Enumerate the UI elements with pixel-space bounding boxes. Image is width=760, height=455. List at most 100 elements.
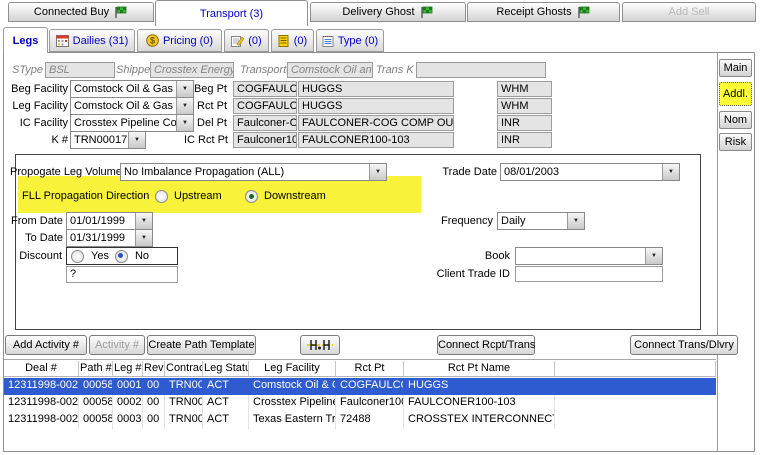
- beg-pt-type-field[interactable]: WHM: [497, 81, 552, 97]
- subtab-label: Pricing (0): [163, 35, 213, 47]
- book-value: [516, 248, 645, 264]
- dropdown-arrow-icon[interactable]: ▼: [645, 248, 662, 264]
- transporter-field[interactable]: Comstock Oil and Gas: [287, 62, 373, 78]
- stype-label: SType: [4, 63, 43, 78]
- rct-pt-name-field[interactable]: HUGGS: [298, 98, 454, 114]
- upstream-radio[interactable]: [155, 190, 168, 203]
- subtab-storage[interactable]: (0): [271, 29, 314, 52]
- col-header-filler: [555, 361, 716, 376]
- cell-leg-status: ACT: [203, 412, 249, 429]
- col-header-contract: Contract #: [165, 361, 203, 376]
- k-number-select[interactable]: TRN00017 ▼: [70, 131, 146, 149]
- tab-label: Add Sell: [669, 6, 710, 18]
- from-date-value: 01/01/1999: [67, 213, 135, 229]
- from-date-label: From Date: [8, 214, 63, 229]
- side-button-risk[interactable]: Risk: [719, 133, 752, 151]
- rct-pt-type-field[interactable]: WHM: [497, 98, 552, 114]
- add-activity-button[interactable]: Add Activity #: [5, 335, 87, 355]
- cell-rev: 00: [143, 395, 165, 412]
- side-button-nom[interactable]: Nom: [719, 111, 752, 129]
- dropdown-arrow-icon[interactable]: ▼: [369, 164, 386, 180]
- path-connect-icon-button[interactable]: [300, 335, 340, 355]
- to-date-select[interactable]: 01/31/1999 ▼: [66, 229, 153, 247]
- to-date-value: 01/31/1999: [67, 230, 135, 246]
- ic-facility-value: Crosstex Pipeline Comp: [71, 115, 176, 131]
- discount-no-label: No: [130, 250, 149, 262]
- book-select[interactable]: ▼: [515, 247, 663, 265]
- subtab-dailies[interactable]: Dailies (31): [49, 29, 135, 52]
- shipper-label: Shipper: [116, 63, 148, 78]
- ic-rct-pt-code-field[interactable]: Faulconer100: [233, 132, 297, 148]
- cell-rct-pt: 72488: [336, 412, 404, 429]
- col-header-deal: Deal #: [4, 361, 79, 376]
- rct-pt-label: Rct Pt: [180, 99, 227, 114]
- ic-rct-pt-type-field[interactable]: INR: [497, 132, 552, 148]
- side-button-addl[interactable]: Addl.: [719, 82, 752, 106]
- tab-delivery-ghost[interactable]: Delivery Ghost: [310, 2, 466, 22]
- subtab-pricing[interactable]: $ Pricing (0): [137, 29, 222, 52]
- notepad-icon: [322, 35, 334, 47]
- trans-k-field[interactable]: [416, 62, 546, 78]
- del-pt-code-field[interactable]: Faulconer-CO: [233, 115, 297, 131]
- side-button-main[interactable]: Main: [719, 59, 752, 77]
- shipper-field[interactable]: Crosstex Energy Serv: [150, 62, 234, 78]
- dropdown-arrow-icon[interactable]: ▼: [135, 230, 152, 246]
- memo-field[interactable]: ?: [66, 266, 178, 283]
- cell-rev: 00: [143, 412, 165, 429]
- beg-facility-select[interactable]: Comstock Oil & Gas Cro ▼: [70, 80, 194, 98]
- subtab-legs[interactable]: Legs: [3, 27, 48, 53]
- leg-facility-select[interactable]: Comstock Oil & Gas Cro ▼: [70, 97, 194, 115]
- del-pt-type-field[interactable]: INR: [497, 115, 552, 131]
- path-nodes-icon: [307, 338, 333, 352]
- col-header-rct-pt-name: Rct Pt Name: [404, 361, 555, 376]
- cell-contract: TRN00015: [165, 395, 203, 412]
- create-path-template-button[interactable]: Create Path Template: [147, 335, 256, 355]
- downstream-radio[interactable]: [245, 190, 258, 203]
- rct-pt-code-field[interactable]: COGFAULCON: [233, 98, 297, 114]
- tab-receipt-ghosts[interactable]: Receipt Ghosts: [467, 2, 620, 22]
- beg-facility-label: Beg Facility: [4, 82, 68, 97]
- frequency-select[interactable]: Daily ▼: [497, 212, 585, 230]
- book-label: Book: [430, 249, 510, 264]
- table-row[interactable]: 12311998-0022-00 000585 0001 00 TRN00017…: [4, 378, 716, 395]
- trade-date-value: 08/01/2003: [501, 164, 662, 180]
- cell-leg-facility: Comstock Oil & Gas Cros: [249, 378, 336, 395]
- cell-rev: 00: [143, 378, 165, 395]
- table-row[interactable]: 12311998-0022-00 000585 0002 00 TRN00015…: [4, 395, 716, 412]
- table-top-divider: [4, 359, 716, 360]
- del-pt-name-field[interactable]: FAULCONER-COG COMP OUTLET: [298, 115, 454, 131]
- dropdown-arrow-icon[interactable]: ▼: [128, 132, 145, 148]
- table-row[interactable]: 12311998-0022-00 000585 0003 00 TRN00001…: [4, 412, 716, 429]
- cell-contract: TRN00017: [165, 378, 203, 395]
- tab-transport[interactable]: Transport (3): [155, 0, 308, 26]
- beg-facility-value: Comstock Oil & Gas Cro: [71, 81, 176, 97]
- client-trade-id-field[interactable]: [515, 266, 663, 282]
- from-date-select[interactable]: 01/01/1999 ▼: [66, 212, 153, 230]
- tab-label: Receipt Ghosts: [496, 6, 571, 18]
- connect-rcpt-trans-button[interactable]: Connect Rcpt/Trans: [437, 335, 535, 355]
- k-number-value: TRN00017: [71, 132, 128, 148]
- ic-facility-select[interactable]: Crosstex Pipeline Comp ▼: [70, 114, 194, 132]
- trade-date-select[interactable]: 08/01/2003 ▼: [500, 163, 680, 181]
- beg-pt-label: Beg Pt: [180, 82, 227, 97]
- discount-yes-radio[interactable]: [71, 250, 84, 263]
- tab-connected-buy[interactable]: Connected Buy: [8, 2, 154, 22]
- fll-direction-label: FLL Propagation Direction: [22, 189, 142, 204]
- stype-field[interactable]: BSL: [45, 62, 115, 78]
- dropdown-arrow-icon[interactable]: ▼: [662, 164, 679, 180]
- dropdown-arrow-icon[interactable]: ▼: [135, 213, 152, 229]
- tab-label: Delivery Ghost: [342, 6, 414, 18]
- connect-trans-dlvry-button[interactable]: Connect Trans/Dlvry: [630, 335, 738, 355]
- subtab-notes[interactable]: (0): [224, 29, 269, 52]
- frequency-label: Frequency: [430, 214, 493, 229]
- ic-rct-pt-name-field[interactable]: FAULCONER100-103: [298, 132, 454, 148]
- beg-pt-code-field[interactable]: COGFAULCON: [233, 81, 297, 97]
- subtab-type[interactable]: Type (0): [316, 29, 384, 52]
- checkered-flag-icon: [577, 6, 591, 19]
- panel-divider: [717, 52, 718, 452]
- checkered-flag-icon: [114, 6, 128, 19]
- dropdown-arrow-icon[interactable]: ▼: [567, 213, 584, 229]
- discount-no-radio[interactable]: [115, 250, 128, 263]
- propagate-select[interactable]: No Imbalance Propagation (ALL) ▼: [120, 163, 387, 181]
- beg-pt-name-field[interactable]: HUGGS: [298, 81, 454, 97]
